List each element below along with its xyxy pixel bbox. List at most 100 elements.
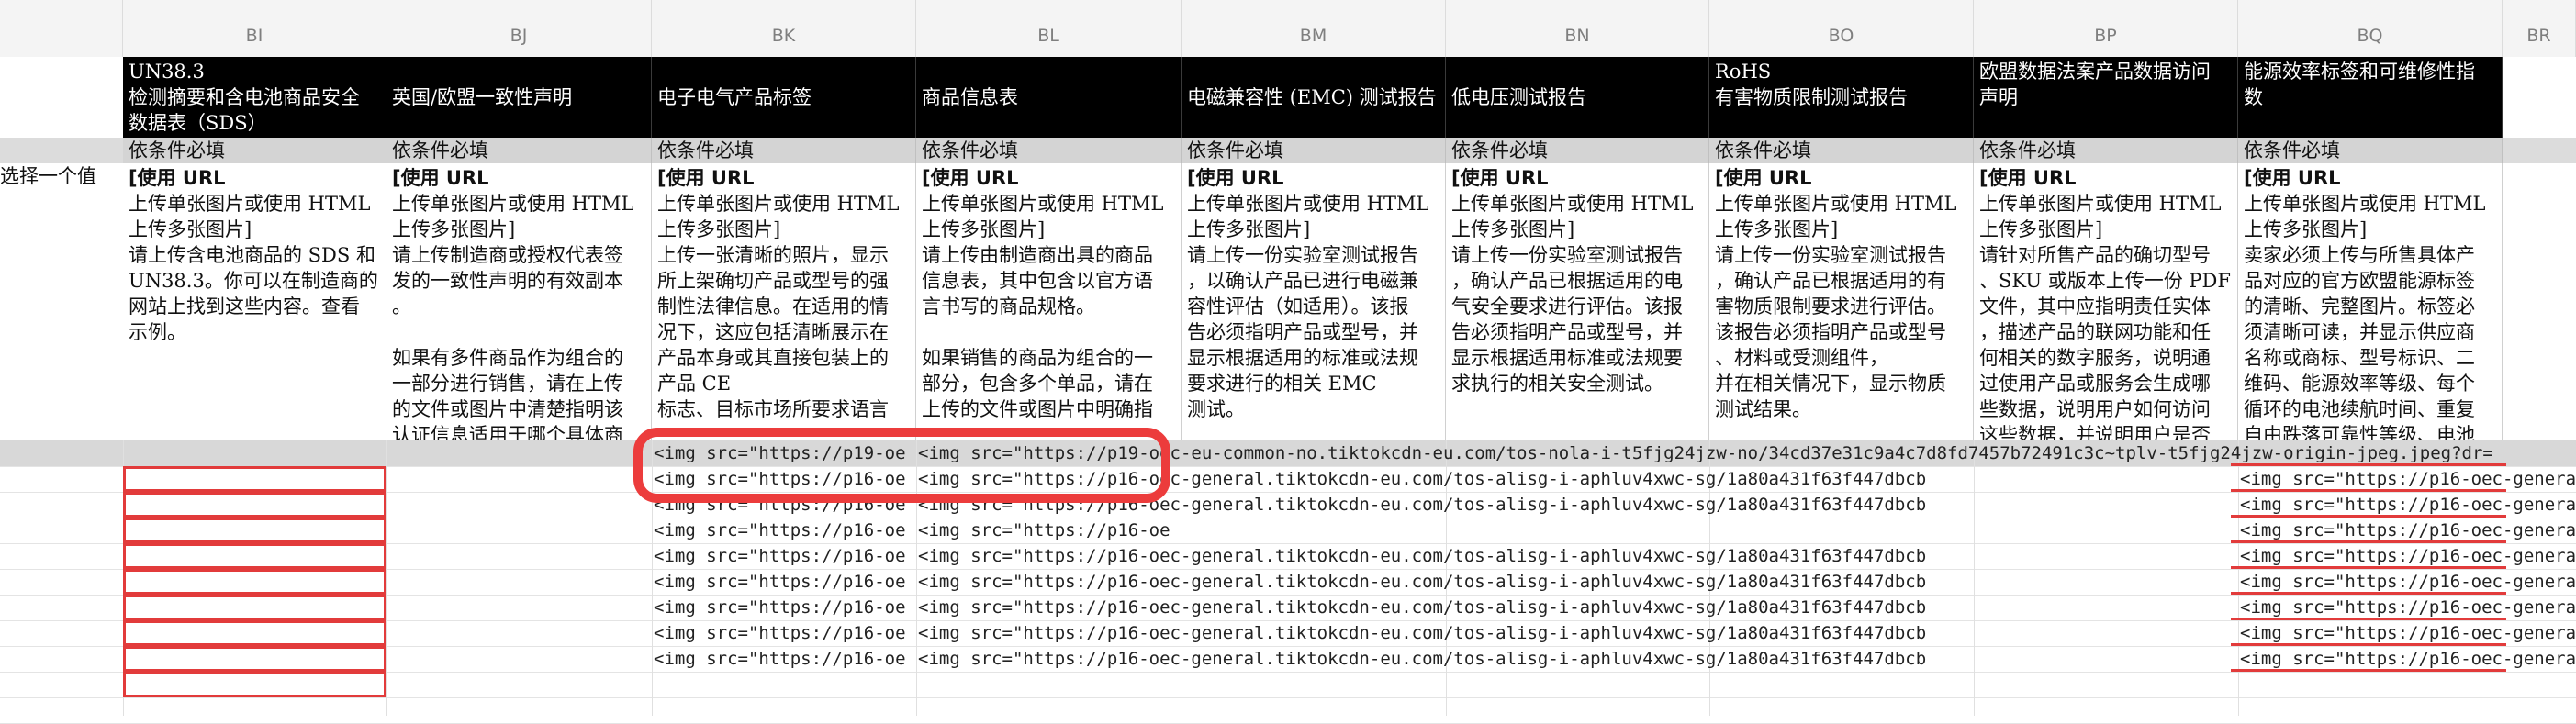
url-cell-bq[interactable]: <img src="https://p16-oec-general.tiktok… [2240,466,2576,492]
description-line: 上传单张图片或使用 HTML [1187,193,1429,215]
column-header-bp[interactable]: BP [1974,0,2238,57]
column-header-left[interactable] [0,0,123,57]
description-cell-bl[interactable]: [使用 URL 上传单张图片或使用 HTML 上传多张图片] 请上传由制造商出具的商品… [916,163,1182,440]
header-line: 欧盟数据法案产品数据访问 [1979,61,2211,83]
description-cell-bm[interactable]: [使用 URL 上传单张图片或使用 HTML 上传多张图片] 请上传一份实验室测试报告… [1182,163,1446,440]
url-cell-bq[interactable]: <img src="https://p16-oec-general.tiktok… [2240,518,2576,543]
highlight-box [123,646,386,672]
description-cell-bn[interactable]: [使用 URL 上传单张图片或使用 HTML 上传多张图片] 请上传一份实验室测试报告… [1446,163,1709,440]
url-cell-bl[interactable]: <img src="https://p16-oec-general.tiktok… [918,646,2236,672]
url-cell-bq[interactable]: <img src="https://p16-oec-general.tiktok… [2240,620,2576,646]
column-header-bq[interactable]: BQ [2238,0,2503,57]
requirement-cell-bl[interactable]: 依条件必填 [916,138,1182,163]
header-cell-bl[interactable]: 商品信息表 [916,57,1182,138]
url-cell-bk[interactable]: <img src="https://p16-oe [654,620,914,646]
description-line: 请针对所售产品的确切型号 [1979,244,2211,266]
column-header-bi[interactable]: BI [123,0,386,57]
requirement-cell-bo[interactable]: 依条件必填 [1709,138,1974,163]
description-line: 显示根据适用标准或法规要 [1451,347,1683,369]
url-cell-bq[interactable]: <img src="https://p16-oec-general.tiktok… [2240,646,2576,672]
header-cell-bq[interactable]: 能源效率标签和可维修性指数 [2238,57,2503,138]
description-cell-bk[interactable]: [使用 URL 上传单张图片或使用 HTML 上传多张图片] 上传一张清晰的照片，显示… [652,163,916,440]
requirement-cell-bn[interactable]: 依条件必填 [1446,138,1709,163]
url-cell-bk[interactable]: <img src="https://p16-oe [654,518,914,543]
description-line: 所上架确切产品或型号的强 [657,270,889,292]
description-line: UN38.3。你可以在制造商的 [129,270,378,292]
description-line: 上传一张清晰的照片，显示 [657,244,889,266]
requirement-cell-bq[interactable]: 依条件必填 [2238,138,2503,163]
url-cell-bq[interactable]: <img src="https://p16-oec-general.tiktok… [2240,569,2576,595]
description-line: ，描述产品的联网功能和任 [1979,321,2211,343]
highlight-box [123,492,386,518]
description-line: 况下，这应包括清晰展示在 [657,321,889,343]
url-cell-bl[interactable]: <img src="https://p16-oec-general.tiktok… [918,620,2236,646]
description-line: 上传多张图片] [392,218,516,240]
url-cell-bl[interactable]: <img src="https://p16-oec-general.tiktok… [918,543,2236,569]
requirement-cell-bj[interactable]: 依条件必填 [386,138,652,163]
description-line: 求执行的相关安全测试。 [1451,373,1663,395]
description-line: 上传多张图片] [1187,218,1311,240]
requirement-cell-bi[interactable]: 依条件必填 [123,138,386,163]
url-cell-bk[interactable]: <img src="https://p16-oe [654,646,914,672]
url-cell-bk[interactable]: <img src="https://p16-oe [654,569,914,595]
description-line: [使用 URL [1451,167,1549,189]
description-line: 请上传一份实验室测试报告 [1451,244,1683,266]
header-cell-bk[interactable]: 电子电气产品标签 [652,57,916,138]
header-cell-bi[interactable]: UN38.3 检测摘要和含电池商品安全 数据表（SDS） [123,57,386,138]
url-cell-bl[interactable]: <img src="https://p16-oec-general.tiktok… [918,595,2236,620]
description-cell-bq[interactable]: [使用 URL 上传单张图片或使用 HTML 上传多张图片] 卖家必须上传与所售具体产… [2238,163,2503,440]
highlight-box [123,518,386,543]
description-line: 过使用产品或服务会生成哪 [1979,373,2211,395]
description-line: 标志、目标市场所要求语言 [657,398,889,420]
description-line: 言书写的商品规格。 [922,295,1095,317]
header-cell-bp[interactable]: 欧盟数据法案产品数据访问 声明 [1974,57,2238,138]
url-cell-bq[interactable]: <img src="https://p16-oec-general.tiktok… [2240,595,2576,620]
description-line: ，确认产品已根据适用的电 [1451,270,1683,292]
header-line: 商品信息表 [922,86,1018,108]
description-line: [使用 URL [657,167,755,189]
description-line: 、SKU 或版本上传一份 PDF [1979,270,2231,292]
description-line: 产品本身或其直接包装上的 [657,347,889,369]
header-cell-bj[interactable]: 英国/欧盟一致性声明 [386,57,652,138]
requirement-cell-bk[interactable]: 依条件必填 [652,138,916,163]
spreadsheet[interactable]: BI BJ BK BL BM BN BO BP BQ BR UN38.3 检测摘要和含电池商品安全 数据… [0,0,2576,724]
url-cell-bk[interactable]: <img src="https://p16-oe [654,595,914,620]
requirement-cell-bm[interactable]: 依条件必填 [1182,138,1446,163]
description-line: 上传单张图片或使用 HTML [1451,193,1694,215]
header-cell-bn[interactable]: 低电压测试报告 [1446,57,1709,138]
column-header-bl[interactable]: BL [916,0,1182,57]
description-cell-bi[interactable]: [使用 URL 上传单张图片或使用 HTML 上传多张图片] 请上传含电池商品的 SD… [123,163,386,440]
column-header-bm[interactable]: BM [1182,0,1446,57]
description-cell-bj[interactable]: [使用 URL 上传单张图片或使用 HTML 上传多张图片] 请上传制造商或授权代表签… [386,163,652,440]
highlight-underline [2231,669,2506,672]
column-header-bn[interactable]: BN [1446,0,1709,57]
header-cell-bm[interactable]: 电磁兼容性 (EMC) 测试报告 [1182,57,1446,138]
description-line: 显示根据适用的标准或法规 [1187,347,1418,369]
header-line: 数据表（SDS） [129,112,267,134]
requirement-cell-bp[interactable]: 依条件必填 [1974,138,2238,163]
description-line: 些数据，说明用户如何访问 [1979,398,2211,420]
description-line: 上传多张图片] [1715,218,1839,240]
url-cell-bq[interactable]: <img src="https://p16-oec-general.tiktok… [2240,543,2576,569]
url-cell-bl[interactable]: <img src="https://p16-oec-general.tiktok… [918,569,2236,595]
description-line: 并在相关情况下，显示物质 [1715,373,1946,395]
url-cell-bk[interactable]: <img src="https://p16-oe [654,543,914,569]
description-cell-bp[interactable]: [使用 URL 上传单张图片或使用 HTML 上传多张图片] 请针对所售产品的确切型号… [1974,163,2238,440]
column-header-br[interactable]: BR [2503,0,2576,57]
header-line: 能源效率标签和可维修性指 [2244,61,2475,83]
description-line: 文件，其中应指明责任实体 [1979,295,2211,317]
description-line: 该报告必须指明产品或型号 [1715,321,1946,343]
url-cell-bl[interactable]: <img src="https://p16-oe [918,518,1179,543]
header-line: 电磁兼容性 (EMC) 测试报告 [1187,86,1437,108]
left-partial-cell[interactable]: 选择一个值 [0,163,123,189]
description-cell-bo[interactable]: [使用 URL 上传单张图片或使用 HTML 上传多张图片] 请上传一份实验室测试报告… [1709,163,1974,440]
url-cell-bq[interactable]: <img src="https://p16-oec-general.tiktok… [2240,492,2576,518]
header-cell-bo[interactable]: RoHS 有害物质限制测试报告 [1709,57,1974,138]
description-line: 发的一致性声明的有效副本 [392,270,623,292]
description-line: 上传单张图片或使用 HTML [1715,193,1957,215]
column-header-bo[interactable]: BO [1709,0,1974,57]
description-line: 请上传制造商或授权代表签 [392,244,623,266]
column-header-bk[interactable]: BK [652,0,916,57]
description-line: 卖家必须上传与所售具体产 [2244,244,2475,266]
column-header-bj[interactable]: BJ [386,0,652,57]
